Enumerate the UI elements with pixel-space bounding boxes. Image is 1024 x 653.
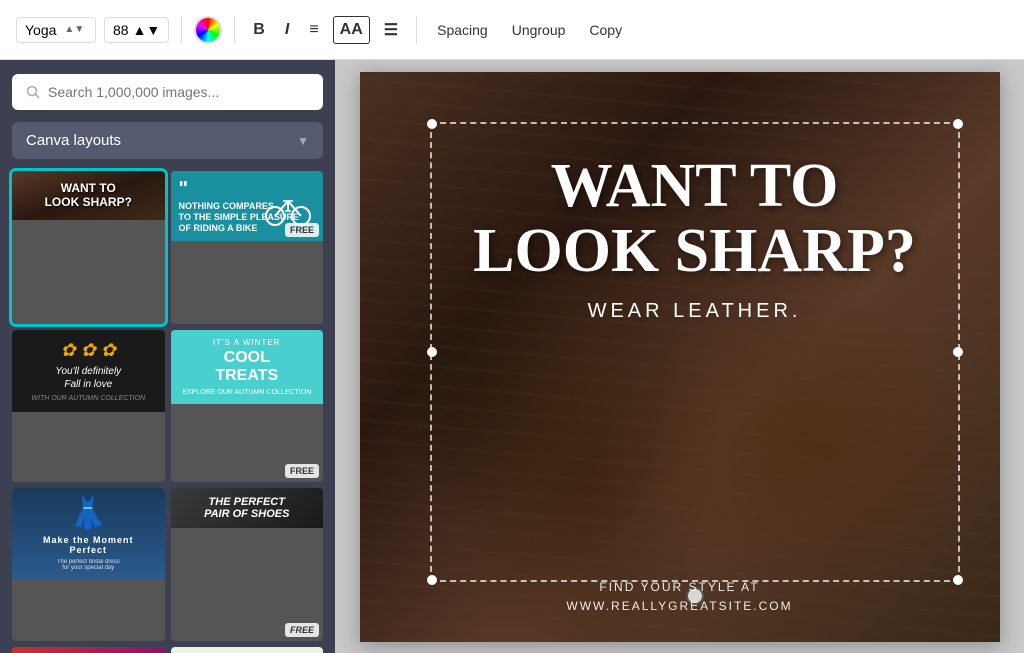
template-3-floral-icon: ✿ ✿ ✿ xyxy=(61,340,116,361)
template-4-free-badge: FREE xyxy=(285,464,319,478)
bottom-line2: WWW.REALLYGREATSITE.COM xyxy=(360,597,1000,616)
headline-line2: LOOK SHARP? xyxy=(473,217,916,285)
template-3-label: You'll definitelyFall in love xyxy=(55,365,121,391)
layout-label: Canva layouts xyxy=(26,132,121,149)
template-5-label: Make the MomentPerfect xyxy=(43,535,134,555)
handle-middle-right[interactable] xyxy=(953,347,963,357)
headline-line1: WANT TO xyxy=(551,152,839,220)
template-2-free-badge: FREE xyxy=(285,223,319,237)
bottom-line1: FIND YOUR STYLE AT xyxy=(360,578,1000,597)
handle-middle-left[interactable] xyxy=(427,347,437,357)
layout-chevron-icon: ▼ xyxy=(297,134,309,148)
handle-top-left[interactable] xyxy=(427,119,437,129)
font-name-label: Yoga xyxy=(25,22,56,38)
align-icon: ≡ xyxy=(309,21,318,39)
search-input[interactable] xyxy=(48,84,309,100)
font-size-label: 88 xyxy=(113,22,129,38)
list-button[interactable]: ☰ xyxy=(378,16,404,44)
template-4-label: COOLTREATS xyxy=(215,349,278,385)
canvas-container: WANT TO LOOK SHARP? WEAR LEATHER. FIND Y… xyxy=(360,72,1000,642)
align-button[interactable]: ≡ xyxy=(303,17,324,43)
canvas-subheadline[interactable]: WEAR LEATHER. xyxy=(588,300,802,323)
list-icon: ☰ xyxy=(384,20,398,40)
handle-top-right[interactable] xyxy=(953,119,963,129)
main-area: Canva layouts ▼ WANT TOLOOK SHARP? " NOT… xyxy=(0,60,1024,653)
toolbar: Yoga ▲▼ 88 ▲▼ B I ≡ AA ☰ Spacing Ungroup… xyxy=(0,0,1024,60)
divider-2 xyxy=(234,16,235,44)
template-5-dress-icon: 👗 xyxy=(70,496,107,531)
font-family-selector[interactable]: Yoga ▲▼ xyxy=(16,17,96,43)
template-5-sub: The perfect bridal dressfor your special… xyxy=(57,559,120,571)
size-chevron-icon: ▲▼ xyxy=(133,22,161,38)
bike-icon xyxy=(263,191,313,226)
template-6-label: THE PERFECTPAIR OF SHOES xyxy=(204,496,289,520)
template-6-free-badge: FREE xyxy=(285,623,319,637)
template-card-8[interactable]: 🧁🧁🧁 Just Say... IT'S A WINTERWONDERLAND … xyxy=(171,647,324,653)
divider-1 xyxy=(181,16,182,44)
template-card-4[interactable]: IT'S A WINTER COOLTREATS EXPLORE OUR AUT… xyxy=(171,330,324,483)
font-size-selector[interactable]: 88 ▲▼ xyxy=(104,17,169,43)
divider-3 xyxy=(416,16,417,44)
color-picker-button[interactable] xyxy=(194,16,222,44)
template-card-7[interactable]: Nothing compares tothe simple pleasure o… xyxy=(12,647,165,653)
template-card-6[interactable]: THE PERFECTPAIR OF SHOES FREE xyxy=(171,488,324,641)
canvas-headline[interactable]: WANT TO LOOK SHARP? xyxy=(473,154,916,284)
template-1-label: WANT TOLOOK SHARP? xyxy=(45,181,132,210)
template-3-sub: WITH OUR AUTUMN COLLECTION xyxy=(31,395,145,402)
text-selection-box[interactable]: WANT TO LOOK SHARP? WEAR LEATHER. xyxy=(430,122,960,582)
template-card-2[interactable]: " NOTHING COMPARESTO THE SIMPLE PLEASURE… xyxy=(171,171,324,324)
template-card-5[interactable]: 👗 Make the MomentPerfect The perfect bri… xyxy=(12,488,165,641)
template-4-pretext: IT'S A WINTER xyxy=(213,338,280,347)
template-4-sub: EXPLORE OUR AUTUMN COLLECTION xyxy=(182,389,311,396)
template-card-1[interactable]: WANT TOLOOK SHARP? xyxy=(12,171,165,324)
template-card-3[interactable]: ✿ ✿ ✿ You'll definitelyFall in love WITH… xyxy=(12,330,165,483)
font-chevron-icon: ▲▼ xyxy=(64,24,84,35)
templates-grid: WANT TOLOOK SHARP? " NOTHING COMPARESTO … xyxy=(12,171,323,653)
copy-button[interactable]: Copy xyxy=(581,18,630,42)
spacing-button[interactable]: Spacing xyxy=(429,18,496,42)
layout-dropdown[interactable]: Canva layouts ▼ xyxy=(12,122,323,159)
canvas-bottom-text[interactable]: FIND YOUR STYLE AT WWW.REALLYGREATSITE.C… xyxy=(360,578,1000,616)
left-panel: Canva layouts ▼ WANT TOLOOK SHARP? " NOT… xyxy=(0,60,335,653)
italic-button[interactable]: I xyxy=(279,17,295,43)
search-icon xyxy=(26,85,40,99)
canvas-area[interactable]: WANT TO LOOK SHARP? WEAR LEATHER. FIND Y… xyxy=(335,60,1024,653)
text-size-button[interactable]: AA xyxy=(333,16,370,44)
bold-button[interactable]: B xyxy=(247,17,271,43)
ungroup-button[interactable]: Ungroup xyxy=(504,18,574,42)
search-container xyxy=(12,74,323,110)
